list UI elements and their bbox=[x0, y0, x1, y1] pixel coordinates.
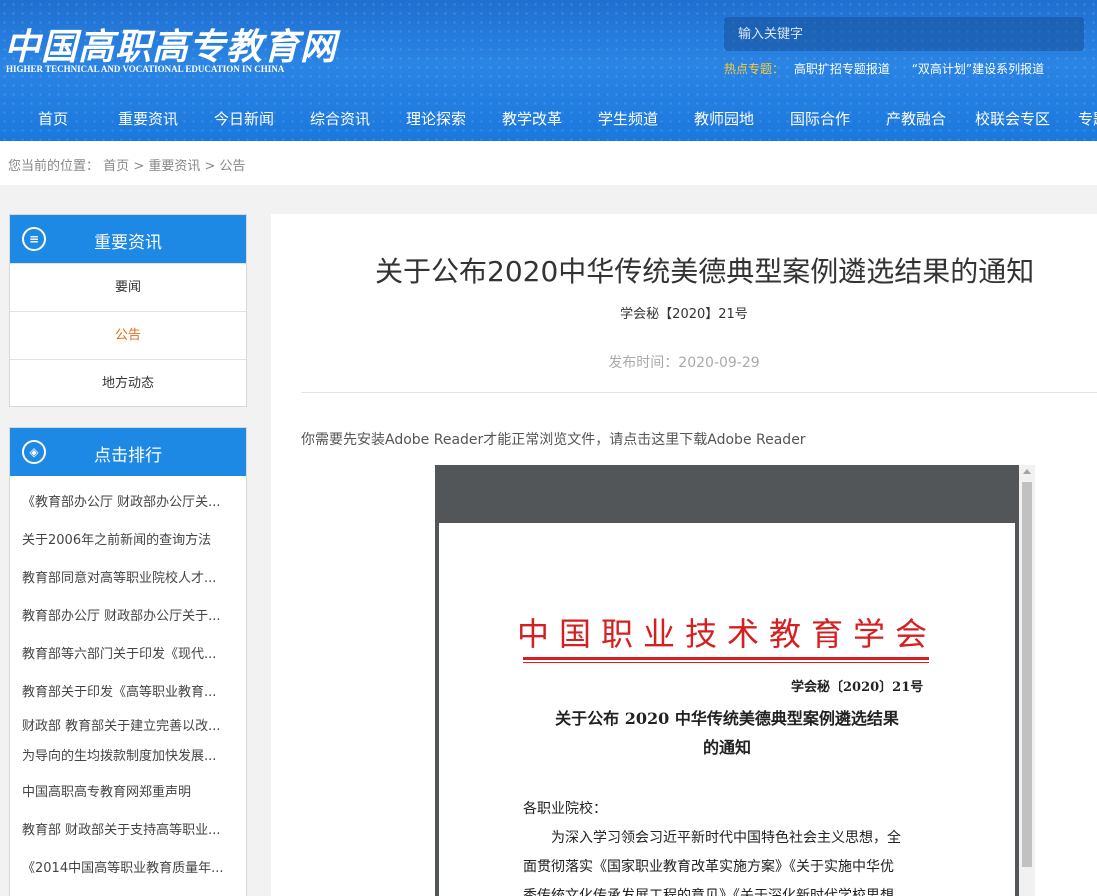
nav-teaching-reform[interactable]: 教学改革 bbox=[502, 108, 562, 129]
nav-special-topics[interactable]: 专题 bbox=[1078, 108, 1097, 129]
publish-time: 发布时间：2020-09-29 bbox=[608, 355, 760, 371]
breadcrumb-separator: > bbox=[204, 159, 220, 174]
nav-important-news[interactable]: 重要资讯 bbox=[118, 108, 178, 129]
search-input[interactable] bbox=[724, 17, 1084, 51]
sidebar-item-news[interactable]: 要闻 bbox=[10, 263, 246, 311]
category-header: ≡ 重要资讯 bbox=[10, 215, 246, 263]
pdf-title-line2: 的通知 bbox=[702, 738, 751, 757]
ranking-item[interactable]: 关于2006年之前新闻的查询方法 bbox=[10, 522, 246, 560]
ranking-item[interactable]: 教育部 财政部关于支持高等职业... bbox=[10, 812, 246, 850]
pdf-scrollbar[interactable] bbox=[1019, 465, 1035, 896]
pdf-salutation: 各职业院校： bbox=[523, 801, 607, 817]
breadcrumb-separator: > bbox=[133, 159, 149, 174]
ranking-list: 《教育部办公厅 财政部办公厅关... 关于2006年之前新闻的查询方法 教育部同… bbox=[10, 476, 246, 888]
sidebar-item-local-news[interactable]: 地方动态 bbox=[10, 359, 246, 407]
nav-home[interactable]: 首页 bbox=[38, 108, 68, 129]
hot-link-enrollment[interactable]: 高职扩招专题报道 bbox=[794, 62, 890, 76]
ranking-item[interactable]: 财政部 教育部关于建立完善以改... 为导向的生均拨款制度加快发展... bbox=[10, 712, 246, 774]
article-doc-number: 学会秘【2020】21号 bbox=[620, 307, 748, 322]
scroll-up-arrow-icon[interactable] bbox=[1023, 469, 1031, 474]
breadcrumb-home[interactable]: 首页 bbox=[103, 159, 129, 174]
breadcrumb: 您当前的位置： 首页 > 重要资讯 > 公告 bbox=[8, 155, 246, 174]
ranking-item-line: 财政部 教育部关于建立完善以改... bbox=[22, 719, 221, 734]
breadcrumb-bar: 您当前的位置： 首页 > 重要资讯 > 公告 bbox=[0, 141, 1097, 185]
ranking-item[interactable]: 教育部办公厅 财政部办公厅关于... bbox=[10, 598, 246, 636]
breadcrumb-important-news[interactable]: 重要资讯 bbox=[148, 159, 200, 174]
hot-topics: 热点专题： 高职扩招专题报道 “双高计划”建设系列报道 bbox=[724, 60, 1056, 77]
nav-general-news[interactable]: 综合资讯 bbox=[310, 108, 370, 129]
breadcrumb-announcement[interactable]: 公告 bbox=[220, 159, 246, 174]
ranking-item[interactable]: 《2014中国高等职业教育质量年... bbox=[10, 850, 246, 888]
category-menu: ≡ 重要资讯 要闻 公告 地方动态 bbox=[9, 214, 247, 407]
pdf-paragraph-line: 秀传统文化传承发展工程的意见》《关于深化新时代学校思想 bbox=[523, 888, 894, 896]
nav-alliance[interactable]: 校联会专区 bbox=[975, 108, 1050, 129]
hot-topics-label: 热点专题： bbox=[724, 62, 785, 76]
site-header: 中国高职高专教育网 HIGHER TECHNICAL AND VOCATIONA… bbox=[0, 0, 1097, 141]
ranking-item[interactable]: 教育部等六部门关于印发《现代... bbox=[10, 636, 246, 674]
ranking-item[interactable]: 《教育部办公厅 财政部办公厅关... bbox=[10, 484, 246, 522]
ranking-box: ◈ 点击排行 《教育部办公厅 财政部办公厅关... 关于2006年之前新闻的查询… bbox=[9, 427, 247, 896]
nav-students[interactable]: 学生频道 bbox=[598, 108, 658, 129]
article-panel: 关于公布2020中华传统美德典型案例遴选结果的通知 学会秘【2020】21号 发… bbox=[271, 214, 1097, 896]
pdf-paragraph-line: 为深入学习领会习近平新时代中国特色社会主义思想，全 bbox=[551, 830, 901, 846]
pdf-title-line1: 关于公布 2020 中华传统美德典型案例遴选结果 bbox=[555, 709, 899, 728]
nav-today-news[interactable]: 今日新闻 bbox=[214, 108, 274, 129]
category-title: 重要资讯 bbox=[94, 233, 162, 253]
hot-link-double-high[interactable]: “双高计划”建设系列报道 bbox=[912, 62, 1044, 76]
site-logo[interactable]: 中国高职高专教育网 bbox=[4, 18, 337, 70]
sidebar-item-announcement[interactable]: 公告 bbox=[10, 311, 246, 359]
ranking-item[interactable]: 中国高职高专教育网郑重声明 bbox=[10, 774, 246, 812]
adobe-reader-notice[interactable]: 你需要先安装Adobe Reader才能正常浏览文件，请点击这里下载Adobe … bbox=[301, 429, 806, 449]
main-nav: 首页 重要资讯 今日新闻 综合资讯 理论探索 教学改革 学生频道 教师园地 国际… bbox=[0, 100, 1097, 136]
nav-theory[interactable]: 理论探索 bbox=[406, 108, 466, 129]
ranking-title: 点击排行 bbox=[94, 446, 162, 466]
divider bbox=[301, 392, 1097, 393]
search-box[interactable] bbox=[724, 17, 1084, 51]
nav-international[interactable]: 国际合作 bbox=[790, 108, 850, 129]
pdf-viewer[interactable]: 中国职业技术教育学会 学会秘〔2020〕21号 关于公布 2020 中华传统美德… bbox=[435, 465, 1035, 896]
ranking-item[interactable]: 教育部关于印发《高等职业教育... bbox=[10, 674, 246, 712]
ranking-item-line: 为导向的生均拨款制度加快发展... bbox=[22, 749, 217, 764]
site-logo-english: HIGHER TECHNICAL AND VOCATIONAL EDUCATIO… bbox=[6, 64, 285, 74]
article-title: 关于公布2020中华传统美德典型案例遴选结果的通知 bbox=[375, 255, 1035, 288]
pdf-org-header: 中国职业技术教育学会 bbox=[516, 615, 937, 653]
nav-teachers[interactable]: 教师园地 bbox=[694, 108, 754, 129]
scrollbar-thumb[interactable] bbox=[1022, 482, 1032, 867]
pdf-red-rule bbox=[523, 657, 929, 660]
breadcrumb-prefix: 您当前的位置： bbox=[8, 159, 100, 174]
pdf-red-rule-thin bbox=[523, 662, 929, 663]
pdf-doc-number: 学会秘〔2020〕21号 bbox=[791, 680, 924, 695]
ranking-header: ◈ 点击排行 bbox=[10, 428, 246, 476]
pdf-body: 各职业院校： 为深入学习领会习近平新时代中国特色社会主义思想，全 面贯彻落实《国… bbox=[523, 795, 933, 896]
nav-industry-education[interactable]: 产教融合 bbox=[886, 108, 946, 129]
pdf-page: 中国职业技术教育学会 学会秘〔2020〕21号 关于公布 2020 中华传统美德… bbox=[439, 523, 1015, 896]
pdf-paragraph-line: 面贯彻落实《国家职业教育改革实施方案》《关于实施中华优 bbox=[523, 859, 894, 875]
ranking-item[interactable]: 教育部同意对高等职业院校人才... bbox=[10, 560, 246, 598]
